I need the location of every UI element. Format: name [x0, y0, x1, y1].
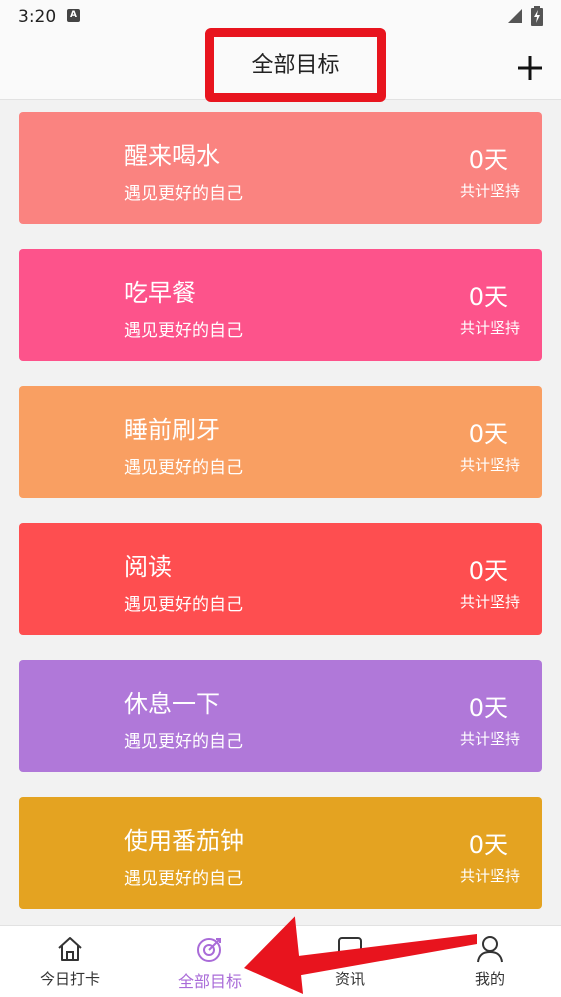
tab-all-goals[interactable]: 全部目标	[140, 926, 280, 997]
goal-card[interactable]: 吃早餐 遇见更好的自己 0天 共计坚持	[19, 249, 542, 361]
goal-card[interactable]: 睡前刷牙 遇见更好的自己 0天 共计坚持	[19, 386, 542, 498]
goal-total-label: 共计坚持	[459, 867, 520, 885]
home-icon	[58, 937, 82, 961]
tab-today-checkin[interactable]: 今日打卡	[0, 926, 140, 997]
tab-label: 全部目标	[177, 972, 242, 991]
goal-subtitle: 遇见更好的自己	[124, 869, 243, 889]
goal-subtitle: 遇见更好的自己	[124, 458, 243, 478]
tab-label: 今日打卡	[39, 970, 100, 988]
signal-icon	[508, 9, 522, 23]
tab-mine[interactable]: 我的	[420, 926, 560, 997]
page-title: 全部目标	[251, 53, 340, 78]
goal-name: 吃早餐	[124, 279, 196, 307]
news-icon	[338, 937, 362, 961]
goal-name: 睡前刷牙	[124, 416, 220, 444]
goal-days: 0天	[468, 557, 508, 585]
goal-name: 使用番茄钟	[124, 827, 244, 855]
goal-card[interactable]: 休息一下 遇见更好的自己 0天 共计坚持	[19, 660, 542, 772]
goal-subtitle: 遇见更好的自己	[124, 184, 243, 204]
goal-name: 醒来喝水	[124, 142, 220, 170]
goal-name: 阅读	[124, 553, 172, 581]
goal-card[interactable]: 阅读 遇见更好的自己 0天 共计坚持	[19, 523, 542, 635]
tab-label: 我的	[474, 970, 505, 988]
bottom-tab-bar: 今日打卡 全部目标 资讯 我的	[0, 925, 561, 997]
goal-subtitle: 遇见更好的自己	[124, 321, 243, 341]
goal-total-label: 共计坚持	[459, 319, 520, 337]
tab-label: 资讯	[334, 970, 365, 988]
goal-days: 0天	[468, 146, 508, 174]
goal-card[interactable]: 使用番茄钟 遇见更好的自己 0天 共计坚持	[19, 797, 542, 909]
plus-icon[interactable]	[516, 54, 544, 82]
goal-total-label: 共计坚持	[459, 182, 520, 200]
goal-total-label: 共计坚持	[459, 730, 520, 748]
goal-total-label: 共计坚持	[459, 593, 520, 611]
notification-a-icon: A	[67, 9, 80, 22]
title-highlight-box: 全部目标	[205, 28, 386, 102]
goal-card[interactable]: 醒来喝水 遇见更好的自己 0天 共计坚持	[19, 112, 542, 224]
goal-days: 0天	[468, 831, 508, 859]
goal-name: 休息一下	[124, 690, 220, 718]
goal-subtitle: 遇见更好的自己	[124, 595, 243, 615]
goal-days: 0天	[468, 694, 508, 722]
app-header: 全部目标	[0, 28, 561, 102]
goal-subtitle: 遇见更好的自己	[124, 732, 243, 752]
goal-days: 0天	[468, 420, 508, 448]
user-icon	[477, 936, 503, 963]
target-icon	[197, 938, 221, 962]
tab-news[interactable]: 资讯	[280, 926, 420, 997]
status-time: 3:20	[18, 7, 57, 27]
goal-total-label: 共计坚持	[459, 456, 520, 474]
battery-charging-icon	[531, 6, 543, 26]
goal-days: 0天	[468, 283, 508, 311]
